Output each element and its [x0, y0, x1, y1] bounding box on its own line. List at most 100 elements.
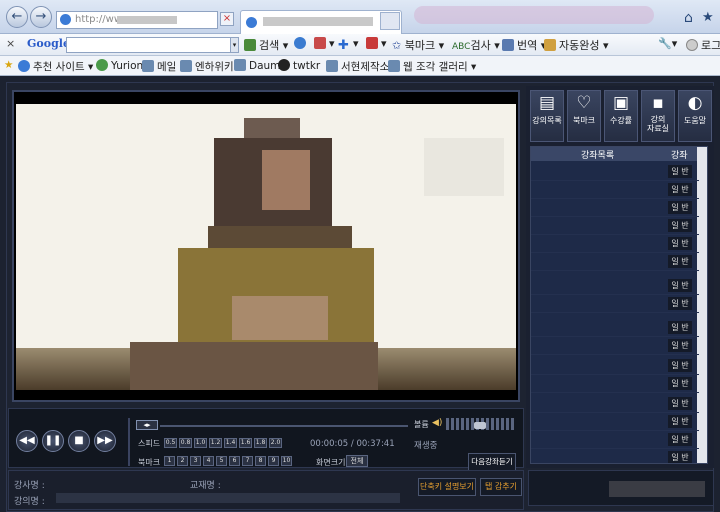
lecture-level-badge: 일 반 — [668, 339, 692, 352]
lecture-row[interactable]: 일 반 — [531, 449, 699, 463]
divider — [128, 418, 130, 466]
lecture-level-badge: 일 반 — [668, 297, 692, 310]
share-button[interactable]: ▾ — [366, 37, 387, 50]
stop-button[interactable]: ■ — [68, 430, 90, 452]
lecture-row[interactable]: 일 반 — [531, 319, 699, 337]
close-tab-icon[interactable]: × — [220, 12, 234, 26]
news-button[interactable]: ▾ — [314, 37, 335, 50]
speed-option[interactable]: 1.6 — [239, 438, 252, 448]
bookmark-slot[interactable]: 7 — [242, 456, 253, 466]
page-icon — [180, 60, 192, 72]
textbook-label: 교재명 : — [190, 481, 221, 491]
user-circle-icon — [686, 39, 698, 51]
fav-item-wiki[interactable]: 엔하위키 — [180, 59, 234, 74]
new-tab-button[interactable] — [380, 12, 400, 30]
bookmark-slot[interactable]: 10 — [281, 456, 292, 466]
lecture-row[interactable]: 일 반 — [531, 413, 699, 431]
forward-button-player[interactable]: ▶▶ — [94, 430, 116, 452]
lecture-level-badge: 일 반 — [668, 237, 692, 250]
list-header-column: 강좌 — [671, 151, 688, 161]
speed-option[interactable]: 1.2 — [209, 438, 222, 448]
help-button[interactable]: ◐ 도움말 — [678, 90, 712, 142]
lecture-row[interactable]: 일 반 — [531, 163, 699, 181]
forward-button[interactable]: → — [30, 6, 52, 28]
lecture-row[interactable]: 일 반 — [531, 395, 699, 413]
favorites-star-icon[interactable]: ★ — [702, 10, 714, 25]
tab-title-blurred — [263, 17, 373, 26]
volume-knob[interactable] — [474, 422, 486, 429]
bookmark-slot[interactable]: 2 — [177, 456, 188, 466]
lecture-row[interactable]: 일 반 — [531, 235, 699, 253]
lecture-row[interactable]: 일 반 — [531, 217, 699, 235]
bookmark-slot[interactable]: 1 — [164, 456, 175, 466]
address-bar[interactable]: http://www — [56, 11, 218, 29]
plus-button[interactable]: ✚ ▾ — [338, 37, 359, 53]
autocomplete-button[interactable]: 자동완성 ▾ — [544, 37, 609, 53]
list-header-title: 강좌목록 — [581, 151, 615, 161]
lecture-row[interactable]: 일 반 — [531, 375, 699, 393]
google-search-input[interactable] — [66, 37, 238, 53]
lecture-list-button[interactable]: ▤ 강의목록 — [530, 90, 564, 142]
bookmark-slot[interactable]: 3 — [190, 456, 201, 466]
speed-option[interactable]: 1.4 — [224, 438, 237, 448]
list-icon: ▤ — [538, 93, 556, 113]
lecture-row[interactable]: 일 반 — [531, 337, 699, 355]
fav-item-mail[interactable]: 메일 — [142, 59, 176, 74]
lecture-row[interactable]: 일 반 — [531, 277, 699, 295]
bookmark-slot[interactable]: 5 — [216, 456, 227, 466]
materials-button[interactable]: ▪ 강의 자료실 — [641, 90, 675, 142]
back-button[interactable]: ← — [6, 6, 28, 28]
lecture-row[interactable]: 일 반 — [531, 199, 699, 217]
speed-option[interactable]: 1.8 — [254, 438, 267, 448]
speed-option[interactable]: 1.0 — [194, 438, 207, 448]
status-text: 재생중 — [414, 441, 438, 451]
bookmark-slot[interactable]: 6 — [229, 456, 240, 466]
close-toolbar-icon[interactable]: × — [6, 37, 15, 50]
bookmark-slot[interactable]: 4 — [203, 456, 214, 466]
lecture-row[interactable]: 일 반 — [531, 253, 699, 271]
spellcheck-button[interactable]: ABC검사 ▾ — [452, 37, 500, 53]
seek-track[interactable] — [160, 425, 408, 427]
next-lecture-button[interactable]: 다음강좌듣기 — [468, 453, 516, 471]
translate-button[interactable]: 번역 ▾ — [502, 37, 546, 53]
fast-forward-icon: ▶▶ — [97, 435, 113, 446]
search-button[interactable]: 검색 ▾ — [244, 37, 288, 53]
tab-active[interactable] — [240, 10, 402, 34]
bookmark-button[interactable]: ✩ 북마크 ▾ — [392, 37, 444, 53]
lecture-list-header: 강좌목록 강좌 — [531, 147, 699, 161]
fav-item-twtkr[interactable]: twtkr — [278, 59, 320, 72]
bookmark-slot[interactable]: 9 — [268, 456, 279, 466]
google-logo: Google — [27, 37, 70, 50]
home-icon[interactable]: ⌂ — [684, 10, 693, 26]
login-button[interactable]: 로그 — [686, 37, 720, 53]
plus-icon: ✚ — [338, 38, 349, 53]
shortcut-help-button[interactable]: 단축키 설명보기 — [418, 478, 476, 496]
lecture-level-badge: 일 반 — [668, 165, 692, 178]
seek-handle[interactable]: ◂▸ — [136, 420, 158, 430]
rewind-button[interactable]: ◀◀ — [16, 430, 38, 452]
speed-option[interactable]: 0.5 — [164, 438, 177, 448]
globe-button[interactable] — [294, 37, 309, 50]
fav-item-recommended[interactable]: 추천 사이트 ▾ — [18, 59, 93, 74]
fav-item-gallery[interactable]: 웹 조각 갤러리 ▾ — [388, 59, 476, 74]
speed-option[interactable]: 2.0 — [269, 438, 282, 448]
lecture-row[interactable]: 일 반 — [531, 431, 699, 449]
screen-size-button[interactable]: 전체 — [346, 455, 368, 467]
lecture-level-badge: 일 반 — [668, 451, 692, 463]
lecture-row[interactable]: 일 반 — [531, 295, 699, 313]
speed-option[interactable]: 0.8 — [179, 438, 192, 448]
search-dropdown-icon[interactable]: ▾ — [230, 37, 239, 53]
settings-button[interactable]: 🔧▾ — [658, 37, 677, 50]
fav-item-studio[interactable]: 서현제작소 — [326, 59, 389, 74]
hide-tab-button[interactable]: 탭 감추기 — [480, 478, 522, 496]
lecture-row[interactable]: 일 반 — [531, 357, 699, 375]
bookmark-slot[interactable]: 8 — [255, 456, 266, 466]
attendance-button[interactable]: ▣ 수강률 — [604, 90, 638, 142]
fav-item-daum[interactable]: Daum — [234, 59, 280, 72]
bookmark-tab-button[interactable]: ♡ 북마크 — [567, 90, 601, 142]
favorites-star-icon[interactable]: ★ — [4, 59, 13, 71]
pause-button[interactable]: ❚❚ — [42, 430, 64, 452]
spellcheck-icon: ABC — [452, 42, 471, 52]
lecture-row[interactable]: 일 반 — [531, 181, 699, 199]
fav-item-yurion[interactable]: Yurion — [96, 59, 143, 72]
